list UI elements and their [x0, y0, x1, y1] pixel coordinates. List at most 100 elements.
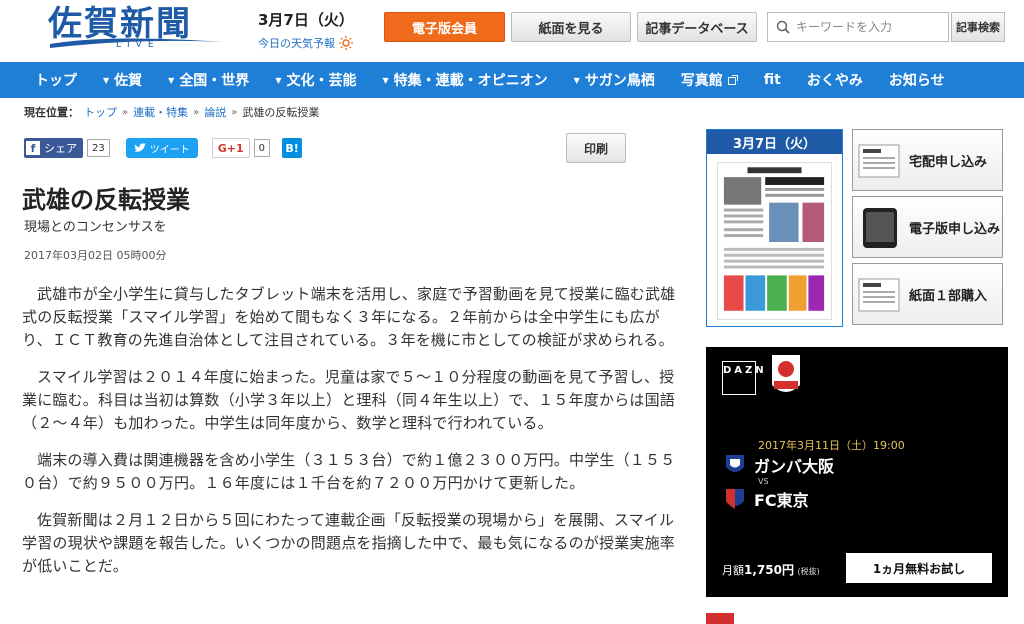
todays-paper-preview[interactable]: 3月7日（火） [706, 129, 843, 327]
search-icon [776, 20, 790, 34]
bottom-banner [706, 612, 1008, 624]
article-paragraph: 武雄市が全小学生に貸与したタブレット端末を活用し、家庭で予習動画を見て授業に臨む… [22, 285, 676, 349]
home-team: ガンバ大阪 [724, 453, 834, 477]
google-plus-count: 0 [253, 139, 271, 157]
article-paragraph: スマイル学習は２０１４年度に始まった。児童は家で５～１０分程度の動画を見て予習し… [22, 368, 676, 432]
logo-sub: LIVE [116, 40, 160, 50]
weather-link[interactable]: 今日の天気予報 [258, 35, 368, 51]
caret-down-icon: ▼ [168, 75, 175, 85]
weather-link-label: 今日の天気予報 [258, 37, 335, 50]
article-subtitle: 現場とのコンセンサスを [24, 220, 167, 235]
nav-photo[interactable]: 写真館 [668, 62, 751, 98]
breadcrumb-separator-icon: » [122, 106, 129, 118]
nav-obituary[interactable]: おくやみ [794, 62, 876, 98]
nav-culture[interactable]: ▼ 文化・芸能 [262, 62, 369, 98]
date-box: 3月7日（火） 今日の天気予報 [258, 9, 368, 51]
breadcrumb-separator-icon: » [231, 106, 238, 118]
nav-label: 佐賀 [114, 73, 143, 89]
search-button[interactable]: 記事検索 [951, 12, 1005, 42]
price-prefix: 月額 [722, 564, 744, 577]
nav-label: おくやみ [806, 73, 863, 89]
gamba-osaka-crest-icon [726, 455, 744, 472]
digital-subscription-button[interactable]: 電子版申し込み [852, 196, 1003, 258]
nav-label: サガン鳥栖 [584, 73, 655, 89]
facebook-share-label: シェア [44, 142, 77, 155]
print-button[interactable]: 印刷 [566, 133, 626, 163]
main-nav: トップ ▼ 佐賀 ▼ 全国・世界 ▼ 文化・芸能 ▼ 特集・連載・オピニオン ▼ サガン鳥… [0, 62, 1024, 98]
breadcrumb-label: 現在位置： [24, 106, 79, 119]
fc-tokyo-crest-icon [726, 489, 744, 509]
breadcrumb-separator-icon: » [193, 106, 200, 118]
away-team-name: FC東京 [754, 491, 809, 510]
view-paper-button[interactable]: 紙面を見る [511, 12, 631, 42]
article-title: 武雄の反転授業 [22, 186, 190, 214]
nav-fit[interactable]: fit [751, 62, 794, 98]
single-copy-purchase-button[interactable]: 紙面１部購入 [852, 263, 1003, 325]
facebook-share-count: 23 [87, 139, 110, 157]
match-date: 2017年3月11日（土）19:00 [758, 439, 905, 452]
nav-features-opinion[interactable]: ▼ 特集・連載・オピニオン [369, 62, 560, 98]
article-paragraph: 端末の導入費は関連機器を含め小学生（３１５３台）で約１億２３００万円。中学生（１… [22, 451, 676, 492]
site-header: 佐賀新聞 LIVE 3月7日（火） 今日の天気予報 電子版会員 紙面を見る 記事… [0, 0, 1024, 62]
digital-member-button[interactable]: 電子版会員 [384, 12, 505, 42]
breadcrumb: 現在位置： トップ » 連載・特集 » 論説 » 武雄の反転授業 [24, 104, 319, 120]
breadcrumb-editorial[interactable]: 論説 [204, 104, 226, 120]
away-team: FC東京 [724, 487, 809, 511]
caret-down-icon: ▼ [275, 75, 282, 85]
google-plus-button[interactable]: G+1 [211, 138, 250, 158]
breadcrumb-top[interactable]: トップ [84, 104, 117, 120]
price-value: 1,750円 [744, 563, 794, 577]
current-date: 3月7日（火） [258, 11, 354, 29]
nav-label: 写真館 [680, 73, 723, 89]
dazn-logo: DAZN [722, 361, 764, 395]
breadcrumb-series[interactable]: 連載・特集 [133, 104, 188, 120]
external-link-icon [727, 75, 738, 85]
nav-top[interactable]: トップ [22, 62, 90, 98]
j-league-logo-icon [772, 355, 800, 392]
tax-note: (税抜) [797, 567, 820, 576]
nav-label: トップ [35, 73, 77, 89]
free-trial-button[interactable]: 1ヵ月無料お試し [846, 553, 992, 583]
smartphone-icon [863, 208, 897, 248]
caret-down-icon: ▼ [103, 75, 110, 85]
digital-subscription-label: 電子版申し込み [909, 221, 1001, 237]
nav-label: お知らせ [888, 73, 945, 89]
nav-label: fit [763, 72, 781, 88]
twitter-tweet-button[interactable]: ツイート [125, 138, 198, 158]
search-input[interactable] [796, 20, 936, 34]
nav-notice[interactable]: お知らせ [876, 62, 958, 98]
nav-label: 文化・芸能 [286, 73, 357, 89]
home-delivery-label: 宅配申し込み [909, 154, 988, 170]
nav-label: 特集・連載・オピニオン [393, 73, 548, 89]
single-copy-purchase-label: 紙面１部購入 [909, 288, 988, 304]
newspaper-icon [858, 144, 900, 178]
article-paragraph: 佐賀新聞は２月１２日から５回にわたって連載企画「反転授業の現場から」を展開、スマ… [22, 511, 676, 575]
search-box [767, 12, 949, 42]
home-delivery-button[interactable]: 宅配申し込み [852, 129, 1003, 191]
article-body: 武雄市が全小学生に貸与したタブレット端末を活用し、家庭で予習動画を見て授業に臨む… [22, 283, 686, 592]
caret-down-icon: ▼ [573, 75, 580, 85]
facebook-share-button[interactable]: f シェア [24, 138, 83, 158]
hatena-bookmark-button[interactable]: B! [282, 138, 303, 158]
caret-down-icon: ▼ [382, 75, 389, 85]
newspaper-thumbnail-icon [717, 162, 832, 320]
dazn-advertisement[interactable]: DAZN 2017年3月11日（土）19:00 ガンバ大阪 VS FC東京 月額… [706, 347, 1008, 597]
home-team-name: ガンバ大阪 [754, 457, 835, 476]
social-share-bar: f シェア 23 ツイート G+1 0 B! [24, 137, 303, 159]
site-logo[interactable]: 佐賀新聞 LIVE [48, 6, 226, 52]
paper-date: 3月7日（火） [707, 130, 842, 154]
newspaper-icon [858, 278, 900, 312]
versus-label: VS [758, 477, 769, 486]
facebook-icon: f [26, 141, 40, 155]
twitter-tweet-label: ツイート [149, 144, 190, 156]
nav-national-world[interactable]: ▼ 全国・世界 [155, 62, 262, 98]
breadcrumb-current: 武雄の反転授業 [242, 106, 320, 119]
monthly-price: 月額1,750円 (税抜) [722, 561, 820, 578]
article-datetime: 2017年03月02日 05時00分 [24, 249, 167, 262]
red-badge-icon [706, 613, 734, 624]
nav-saga[interactable]: ▼ 佐賀 [90, 62, 155, 98]
article-database-button[interactable]: 記事データベース [637, 12, 757, 42]
twitter-bird-icon [133, 143, 146, 152]
nav-sagan-tosu[interactable]: ▼ サガン鳥栖 [561, 62, 668, 98]
sun-icon [339, 36, 353, 50]
